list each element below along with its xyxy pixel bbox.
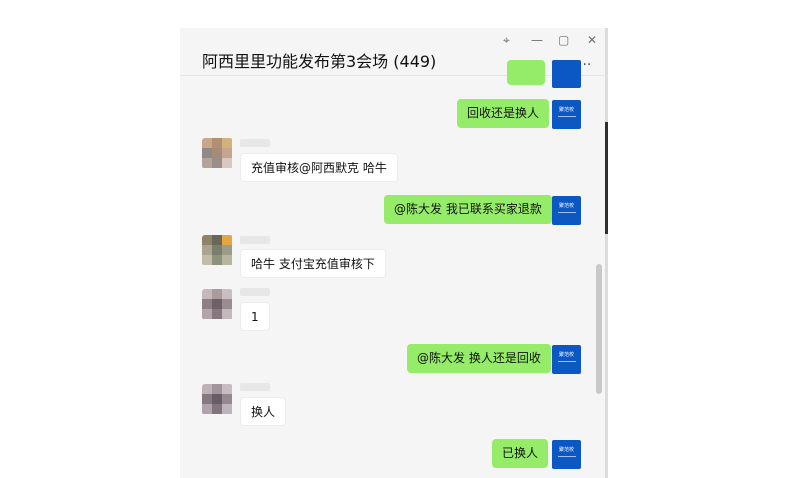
message-bubble-partial xyxy=(507,60,545,85)
sender-name-redacted xyxy=(240,383,270,391)
my-avatar-partial xyxy=(552,60,581,88)
user-avatar[interactable] xyxy=(202,289,233,320)
my-avatar-label: 聚范校 xyxy=(558,107,574,113)
minimize-icon[interactable]: — xyxy=(531,33,543,47)
my-avatar-label: 聚范校 xyxy=(558,447,574,453)
message-bubble-out: 回收还是换人 xyxy=(457,99,550,128)
message-bubble-in: 换人 xyxy=(240,397,287,426)
chat-screenshot: ⌖ — ▢ ✕ 阿西里里功能发布第3会场 (449) ... 回收还是换人 聚范… xyxy=(0,0,795,478)
message-bubble-in: 哈牛 支付宝充值审核下 xyxy=(240,249,386,278)
sender-name-redacted xyxy=(240,288,270,296)
chat-title: 阿西里里功能发布第3会场 (449) xyxy=(202,52,437,71)
sender-name-redacted xyxy=(240,139,270,147)
pin-icon[interactable]: ⌖ xyxy=(503,33,510,48)
sender-name-redacted xyxy=(240,236,270,244)
my-avatar-label: 聚范校 xyxy=(558,352,574,358)
my-avatar[interactable]: 聚范校 xyxy=(552,100,581,129)
window-edge-dark xyxy=(605,122,608,234)
user-avatar[interactable] xyxy=(202,235,233,266)
chat-scrollbar-thumb[interactable] xyxy=(596,264,602,394)
my-avatar-label: 聚范校 xyxy=(558,203,574,209)
close-icon[interactable]: ✕ xyxy=(587,33,597,47)
message-bubble-out: @陈大发 我已联系买家退款 xyxy=(384,195,552,224)
my-avatar[interactable]: 聚范校 xyxy=(552,440,581,469)
message-bubble-in: 1 xyxy=(240,302,270,331)
my-avatar[interactable]: 聚范校 xyxy=(552,196,581,225)
user-avatar[interactable] xyxy=(202,138,233,169)
message-bubble-in: 充值审核@阿西默克 哈牛 xyxy=(240,153,398,182)
my-avatar[interactable]: 聚范校 xyxy=(552,345,581,374)
maximize-icon[interactable]: ▢ xyxy=(558,33,569,47)
message-bubble-out: 已换人 xyxy=(492,439,549,468)
message-bubble-out: @陈大发 换人还是回收 xyxy=(407,344,551,373)
user-avatar[interactable] xyxy=(202,384,233,415)
window-edge xyxy=(605,28,608,478)
